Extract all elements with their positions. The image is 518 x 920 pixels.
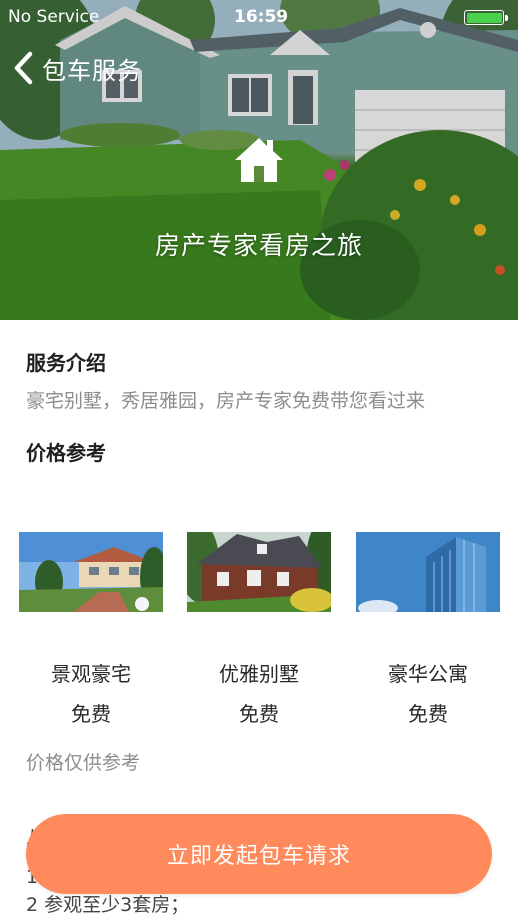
card-price: 免费 [239,702,279,726]
price-reference-heading: 价格参考 [26,441,106,465]
list-item-2: 2 参观至少3套房； [26,894,190,916]
back-button[interactable]: 包车服务 [12,50,142,86]
elegant-villa-photo [187,532,331,612]
battery-level [466,12,502,23]
price-card-landscape-mansion[interactable]: 景观豪宅 免费 [19,532,163,726]
hero-title: 房产专家看房之旅 [154,231,363,260]
chevron-left-icon [14,51,33,85]
price-card-elegant-villa[interactable]: 优雅别墅 免费 [187,532,331,726]
house-icon [235,138,283,182]
price-card-list: 景观豪宅 免费 优雅别墅 免费 豪华公寓 免费 [0,532,518,732]
status-bar: No Service 16:59 [0,0,518,34]
card-price: 免费 [71,702,111,726]
clock: 16:59 [234,7,289,27]
carrier-label: No Service [8,7,100,27]
service-intro-text: 豪宅别墅，秀居雅园，房产专家免费带您看过来 [26,390,426,412]
battery-icon [464,10,508,25]
landscape-mansion-photo [19,532,163,612]
luxury-apartment-photo [356,532,500,612]
service-intro-heading: 服务介绍 [26,351,106,375]
hero-banner: No Service 16:59 包车服务 房产专家看房之旅 [0,0,518,320]
card-name: 景观豪宅 [51,662,131,686]
send-charter-request-button[interactable]: 立即发起包车请求 [26,814,492,894]
price-note: 价格仅供参考 [26,752,141,774]
card-price: 免费 [408,702,448,726]
card-name: 优雅别墅 [219,662,299,686]
card-name: 豪华公寓 [388,662,468,686]
nav-title: 包车服务 [42,56,142,85]
price-card-luxury-apartment[interactable]: 豪华公寓 免费 [356,532,500,726]
